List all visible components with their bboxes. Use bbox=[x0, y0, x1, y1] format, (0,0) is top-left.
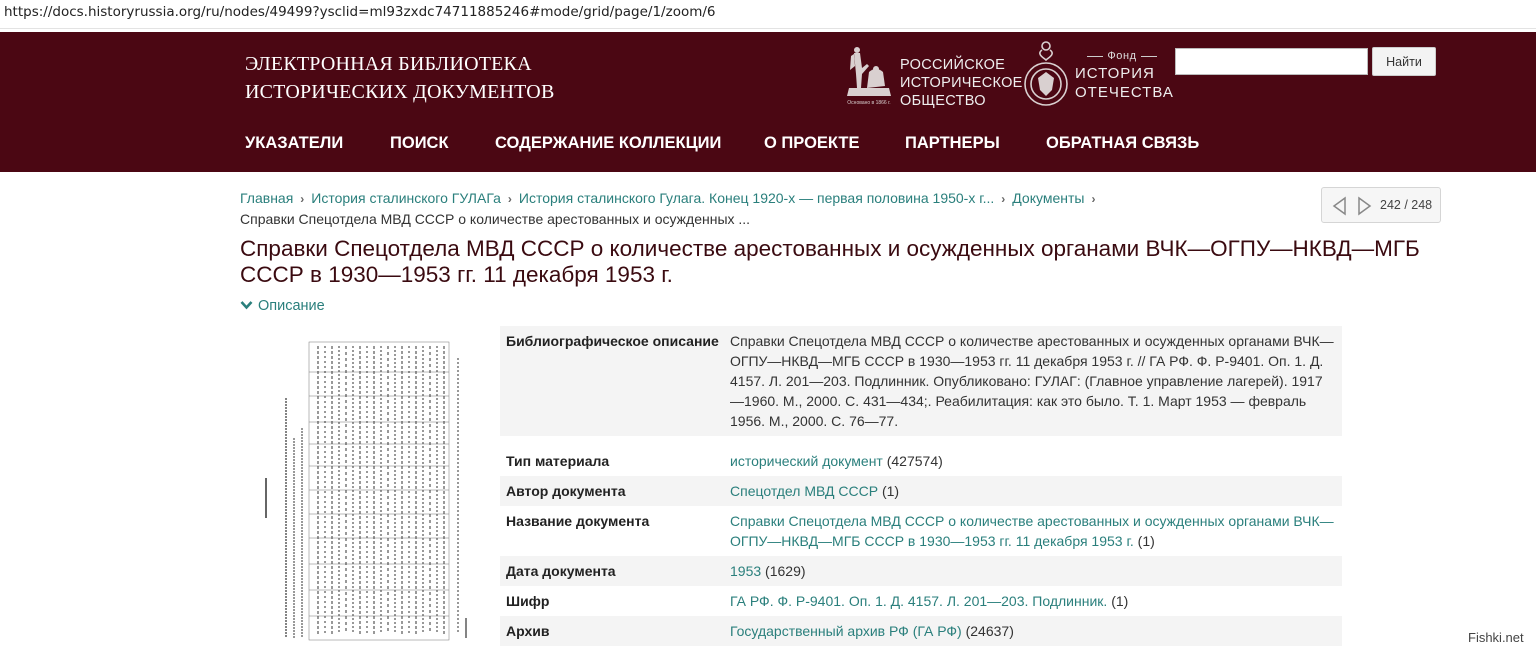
address-url[interactable]: https://docs.historyrussia.org/ru/nodes/… bbox=[4, 4, 716, 20]
chevron-right-icon: › bbox=[1091, 192, 1096, 206]
breadcrumb-current: Справки Спецотдела МВД СССР о количестве… bbox=[240, 211, 751, 227]
cipher-link[interactable]: ГА РФ. Ф. Р-9401. Оп. 1. Д. 4157. Л. 201… bbox=[730, 593, 1107, 609]
meta-value-bibliography: Справки Спецотдела МВД СССР о количестве… bbox=[730, 333, 1334, 429]
meta-label: Архив bbox=[506, 623, 550, 639]
site-title-line2: ИСТОРИЧЕСКИХ ДОКУМЕНТОВ bbox=[245, 81, 555, 103]
chevron-down-icon bbox=[240, 301, 253, 310]
monument-icon: Основано в 1866 г. bbox=[847, 47, 891, 106]
meta-label: Автор документа bbox=[506, 483, 626, 499]
breadcrumb: Главная › История сталинского ГУЛАГа › Истор… bbox=[240, 188, 1300, 229]
fond-small-label: Фонд bbox=[1082, 50, 1162, 62]
document-name-link[interactable]: Справки Спецотдела МВД СССР о количестве… bbox=[730, 513, 1334, 549]
chevron-right-icon: › bbox=[507, 192, 512, 206]
site-header: ЭЛЕКТРОННАЯ БИБЛИОТЕКА ИСТОРИЧЕСКИХ ДОКУ… bbox=[0, 32, 1536, 172]
rio-logo[interactable]: Основано в 1866 г. РОССИЙСКОЕ ИСТОРИЧЕСК… bbox=[843, 40, 1022, 110]
page-title: Справки Спецотдела МВД СССР о количестве… bbox=[240, 236, 1420, 287]
meta-row-archive: Архив Государственный архив РФ (ГА РФ) (… bbox=[500, 616, 1342, 646]
site-title[interactable]: ЭЛЕКТРОННАЯ БИБЛИОТЕКА ИСТОРИЧЕСКИХ ДОКУ… bbox=[245, 50, 555, 106]
material-type-link[interactable]: исторический документ bbox=[730, 453, 883, 469]
meta-label: Шифр bbox=[506, 593, 550, 609]
watermark: Fishki.net bbox=[1468, 630, 1524, 645]
nav-feedback[interactable]: ОБРАТНАЯ СВЯЗЬ bbox=[1046, 134, 1199, 153]
site-title-line1: ЭЛЕКТРОННАЯ БИБЛИОТЕКА bbox=[245, 53, 532, 75]
nav-search[interactable]: ПОИСК bbox=[390, 134, 449, 153]
breadcrumb-documents[interactable]: Документы bbox=[1012, 190, 1084, 206]
archive-link[interactable]: Государственный архив РФ (ГА РФ) bbox=[730, 623, 962, 639]
chevron-right-icon: › bbox=[300, 192, 305, 206]
meta-row-bibliography: Библиографическое описание Справки Спецо… bbox=[500, 326, 1342, 436]
next-arrow-icon[interactable] bbox=[1354, 196, 1374, 216]
scan-text-columns bbox=[265, 346, 467, 638]
nav-about[interactable]: О ПРОЕКТЕ bbox=[764, 134, 859, 153]
meta-label: Название документа bbox=[506, 513, 650, 529]
breadcrumb-gulag-history[interactable]: История сталинского ГУЛАГа bbox=[311, 190, 501, 206]
meta-row-cipher: Шифр ГА РФ. Ф. Р-9401. Оп. 1. Д. 4157. Л… bbox=[500, 586, 1342, 616]
chevron-right-icon: › bbox=[1001, 192, 1006, 206]
meta-row-author: Автор документа Спецотдел МВД СССР (1) bbox=[500, 476, 1342, 506]
pager-count: 242 / 248 bbox=[1380, 198, 1433, 212]
metadata-table: Библиографическое описание Справки Спецо… bbox=[500, 326, 1342, 646]
meta-row-date: Дата документа 1953 (1629) bbox=[500, 556, 1342, 586]
meta-label: Дата документа bbox=[506, 563, 616, 579]
document-pager: 242 / 248 bbox=[1321, 187, 1441, 223]
nav-indexes[interactable]: УКАЗАТЕЛИ bbox=[245, 134, 343, 153]
author-link[interactable]: Спецотдел МВД СССР bbox=[730, 483, 878, 499]
date-link[interactable]: 1953 bbox=[730, 563, 761, 579]
meta-label: Библиографическое описание bbox=[506, 333, 719, 349]
nav-partners[interactable]: ПАРТНЕРЫ bbox=[905, 134, 1000, 153]
seal-icon bbox=[1024, 41, 1068, 106]
meta-label: Тип материала bbox=[506, 453, 610, 469]
prev-arrow-icon[interactable] bbox=[1330, 196, 1350, 216]
fond-logo[interactable]: Фонд ИСТОРИЯ ОТЕЧЕСТВА bbox=[1022, 36, 1174, 112]
breadcrumb-home[interactable]: Главная bbox=[240, 190, 293, 206]
scan-table-grid bbox=[308, 341, 450, 641]
search-input[interactable] bbox=[1175, 48, 1368, 75]
rio-logo-text: РОССИЙСКОЕ ИСТОРИЧЕСКОЕ ОБЩЕСТВО bbox=[900, 57, 1023, 109]
svg-text:Основано в 1866 г.: Основано в 1866 г. bbox=[847, 100, 890, 106]
description-toggle[interactable]: Описание bbox=[240, 298, 325, 314]
nav-collection-contents[interactable]: СОДЕРЖАНИЕ КОЛЛЕКЦИИ bbox=[495, 134, 721, 153]
meta-row-material-type: Тип материала исторический документ (427… bbox=[500, 446, 1342, 476]
document-thumbnail[interactable] bbox=[262, 338, 478, 648]
fond-name: ИСТОРИЯ ОТЕЧЕСТВА bbox=[1075, 65, 1174, 101]
search-button[interactable]: Найти bbox=[1372, 47, 1436, 76]
meta-row-document-name: Название документа Справки Спецотдела МВ… bbox=[500, 506, 1342, 556]
breadcrumb-gulag-period[interactable]: История сталинского Гулага. Конец 1920-х… bbox=[519, 190, 994, 206]
browser-address-bar[interactable]: https://docs.historyrussia.org/ru/nodes/… bbox=[0, 0, 1536, 29]
